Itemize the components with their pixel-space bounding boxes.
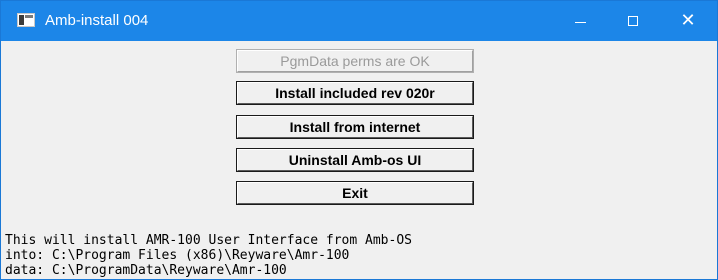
install-from-internet-button[interactable]: Install from internet: [237, 116, 473, 138]
maximize-button[interactable]: [610, 1, 656, 41]
close-icon: ✕: [680, 10, 696, 31]
exit-button[interactable]: Exit: [237, 182, 473, 204]
app-icon: [17, 13, 35, 27]
info-line-install-path: into: C:\Program Files (x86)\Reyware\Amr…: [5, 248, 350, 263]
install-info-text: This will install AMR-100 User Interface…: [5, 233, 711, 278]
uninstall-button[interactable]: Uninstall Amb-os UI: [237, 149, 473, 171]
info-line-data-path: data: C:\ProgramData\Reyware\Amr-100: [5, 263, 287, 278]
info-line-description: This will install AMR-100 User Interface…: [5, 233, 412, 248]
window-title: Amb-install 004: [45, 12, 149, 29]
minimize-button[interactable]: [557, 1, 603, 41]
minimize-icon: [574, 21, 586, 23]
title-bar[interactable]: Amb-install 004 ✕: [1, 1, 717, 41]
pgmdata-perms-button: PgmData perms are OK: [237, 50, 473, 72]
install-included-button[interactable]: Install included rev 020r: [237, 82, 473, 104]
close-button[interactable]: ✕: [665, 1, 711, 41]
installer-window: Amb-install 004 ✕ PgmData perms are OK I…: [0, 0, 718, 280]
maximize-icon: [628, 16, 638, 26]
